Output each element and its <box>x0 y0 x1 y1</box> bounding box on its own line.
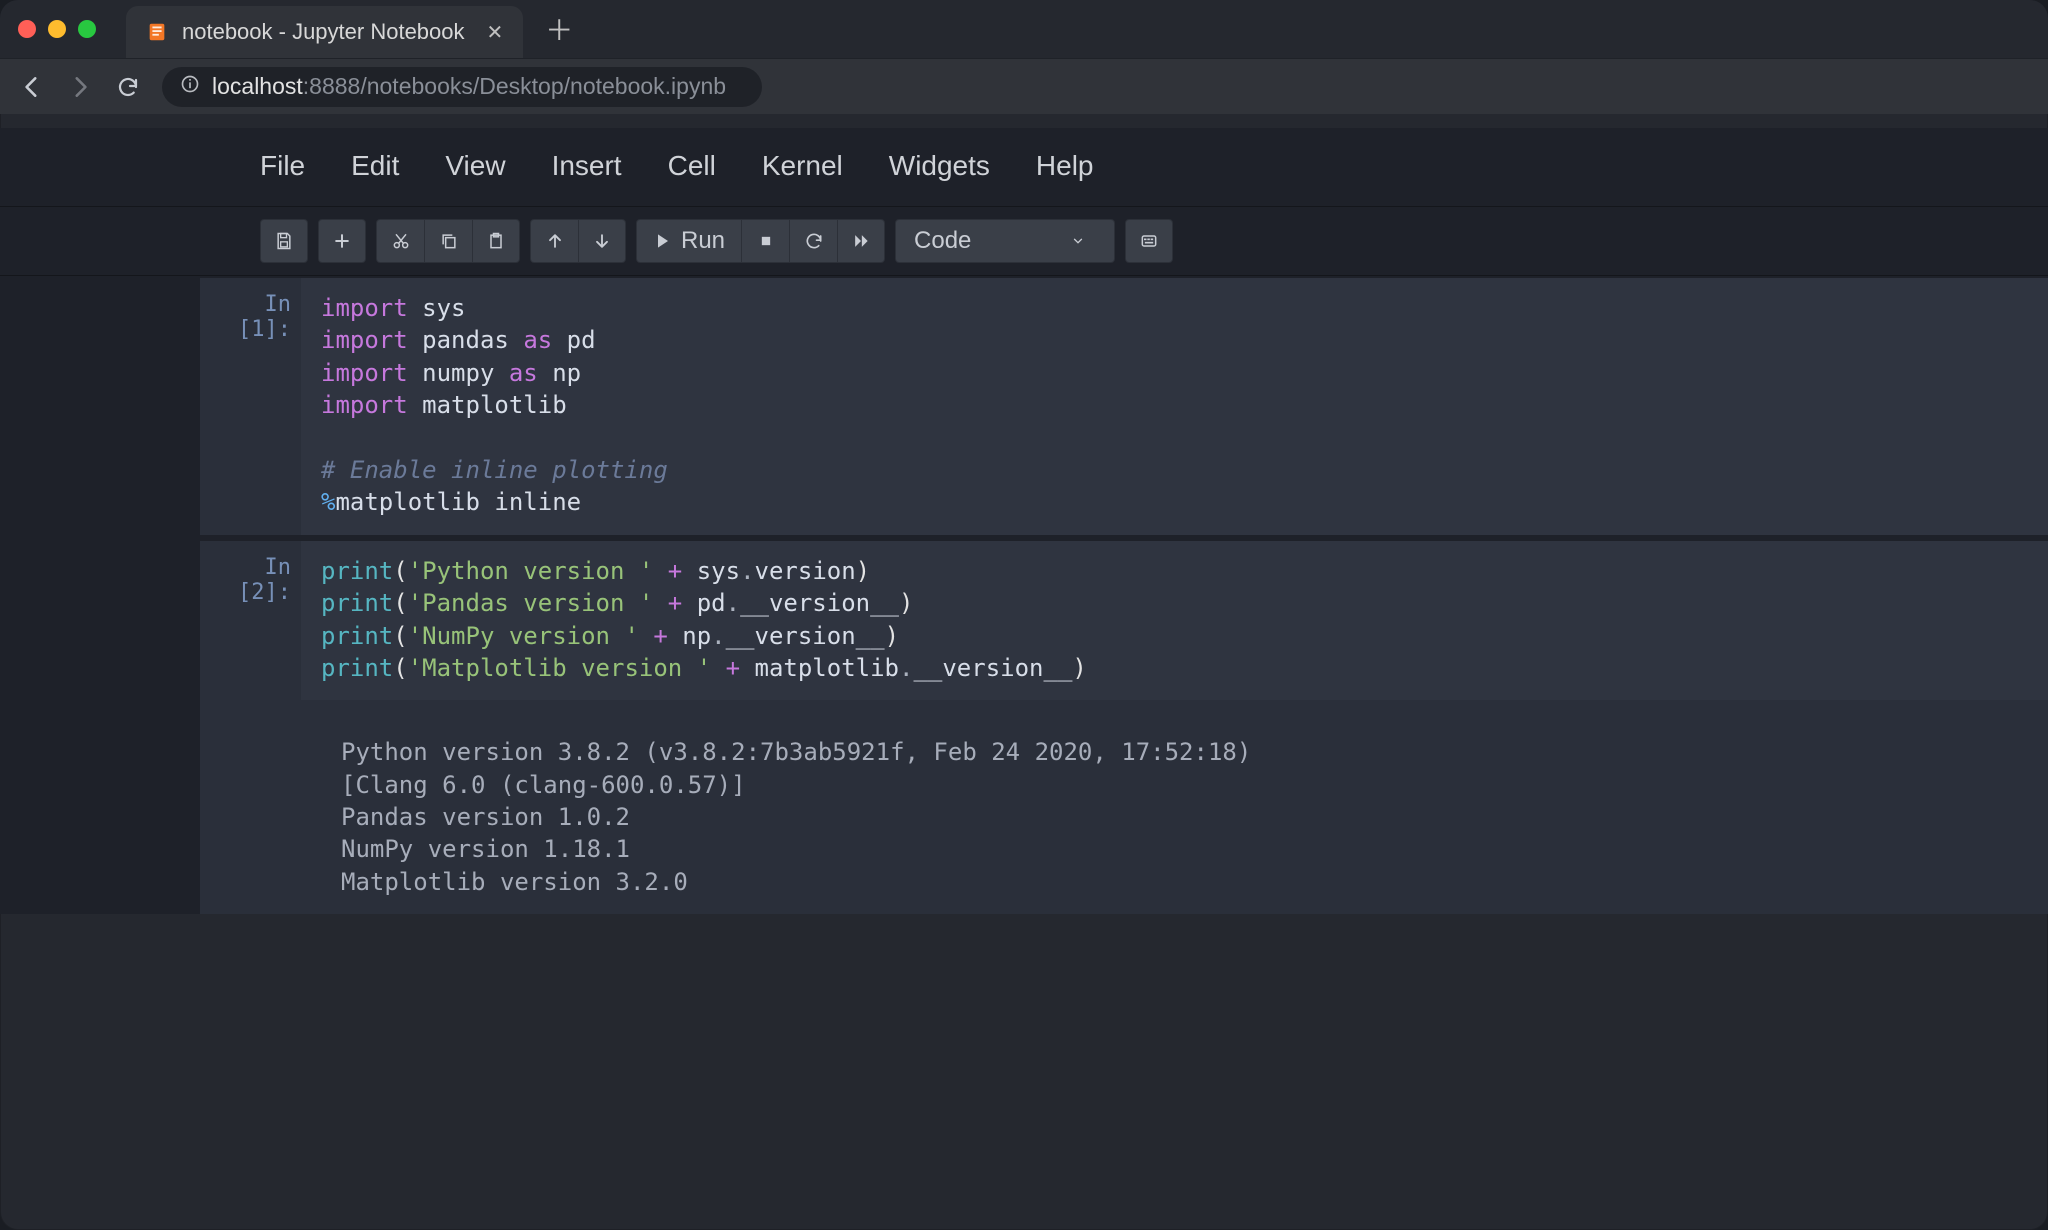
menu-cell[interactable]: Cell <box>668 150 716 182</box>
back-button[interactable] <box>18 73 46 101</box>
copy-button[interactable] <box>424 219 472 263</box>
code-cell[interactable]: In [1]: import sys import pandas as pd i… <box>200 278 2048 535</box>
maximize-window-button[interactable] <box>78 20 96 38</box>
new-tab-button[interactable]: ＋ <box>545 9 573 49</box>
interrupt-button[interactable] <box>741 219 789 263</box>
url-text: localhost:8888/notebooks/Desktop/noteboo… <box>212 73 726 100</box>
paste-button[interactable] <box>472 219 520 263</box>
code-content[interactable]: print('Python version ' + sys.version) p… <box>321 555 2028 685</box>
menu-widgets[interactable]: Widgets <box>889 150 990 182</box>
save-button[interactable] <box>260 219 308 263</box>
move-group <box>530 219 626 263</box>
browser-tab[interactable]: notebook - Jupyter Notebook ✕ <box>126 6 523 58</box>
tab-title: notebook - Jupyter Notebook <box>182 19 465 45</box>
menu-insert[interactable]: Insert <box>552 150 622 182</box>
close-window-button[interactable] <box>18 20 36 38</box>
address-bar[interactable]: localhost:8888/notebooks/Desktop/noteboo… <box>162 67 762 107</box>
jupyter-favicon-icon <box>146 21 168 43</box>
site-info-icon[interactable] <box>180 74 200 99</box>
move-down-button[interactable] <box>578 219 626 263</box>
code-content[interactable]: import sys import pandas as pd import nu… <box>321 292 2028 519</box>
menu-help[interactable]: Help <box>1036 150 1094 182</box>
browser-window: notebook - Jupyter Notebook ✕ ＋ localhos… <box>0 0 2048 1230</box>
forward-button[interactable] <box>66 73 94 101</box>
close-tab-icon[interactable]: ✕ <box>487 20 504 45</box>
cell-type-select[interactable]: Code <box>895 219 1115 263</box>
restart-run-all-button[interactable] <box>837 219 885 263</box>
cell-area: In [1]: import sys import pandas as pd i… <box>0 276 2048 914</box>
cell-type-value: Code <box>914 227 971 255</box>
reload-button[interactable] <box>114 73 142 101</box>
cut-button[interactable] <box>376 219 424 263</box>
menu-file[interactable]: File <box>260 150 305 182</box>
run-group: Run <box>636 219 885 263</box>
notebook-page: File Edit View Insert Cell Kernel Widget… <box>0 114 2048 914</box>
input-area[interactable]: import sys import pandas as pd import nu… <box>301 278 2048 535</box>
chevron-down-icon <box>1071 234 1085 248</box>
output-text: Python version 3.8.2 (v3.8.2:7b3ab5921f,… <box>321 714 2028 898</box>
menubar: File Edit View Insert Cell Kernel Widget… <box>0 128 2048 207</box>
move-up-button[interactable] <box>530 219 578 263</box>
input-prompt: In [2]: <box>203 541 301 915</box>
menu-edit[interactable]: Edit <box>351 150 399 182</box>
browser-chrome: notebook - Jupyter Notebook ✕ ＋ localhos… <box>0 0 2048 114</box>
menu-view[interactable]: View <box>445 150 505 182</box>
run-button[interactable]: Run <box>636 219 741 263</box>
output-area: Python version 3.8.2 (v3.8.2:7b3ab5921f,… <box>301 700 2048 914</box>
tab-bar: notebook - Jupyter Notebook ✕ ＋ <box>0 0 2048 58</box>
notebook: File Edit View Insert Cell Kernel Widget… <box>0 128 2048 914</box>
toolbar: Run Code <box>0 207 2048 276</box>
menu-kernel[interactable]: Kernel <box>762 150 843 182</box>
address-row: localhost:8888/notebooks/Desktop/noteboo… <box>0 58 2048 114</box>
command-palette-button[interactable] <box>1125 219 1173 263</box>
input-area[interactable]: print('Python version ' + sys.version) p… <box>301 541 2048 701</box>
window-controls <box>18 20 96 38</box>
edit-group <box>376 219 520 263</box>
input-prompt: In [1]: <box>203 278 301 535</box>
minimize-window-button[interactable] <box>48 20 66 38</box>
code-cell[interactable]: In [2]: print('Python version ' + sys.ve… <box>200 541 2048 915</box>
insert-cell-button[interactable] <box>318 219 366 263</box>
run-label: Run <box>681 227 725 255</box>
restart-button[interactable] <box>789 219 837 263</box>
